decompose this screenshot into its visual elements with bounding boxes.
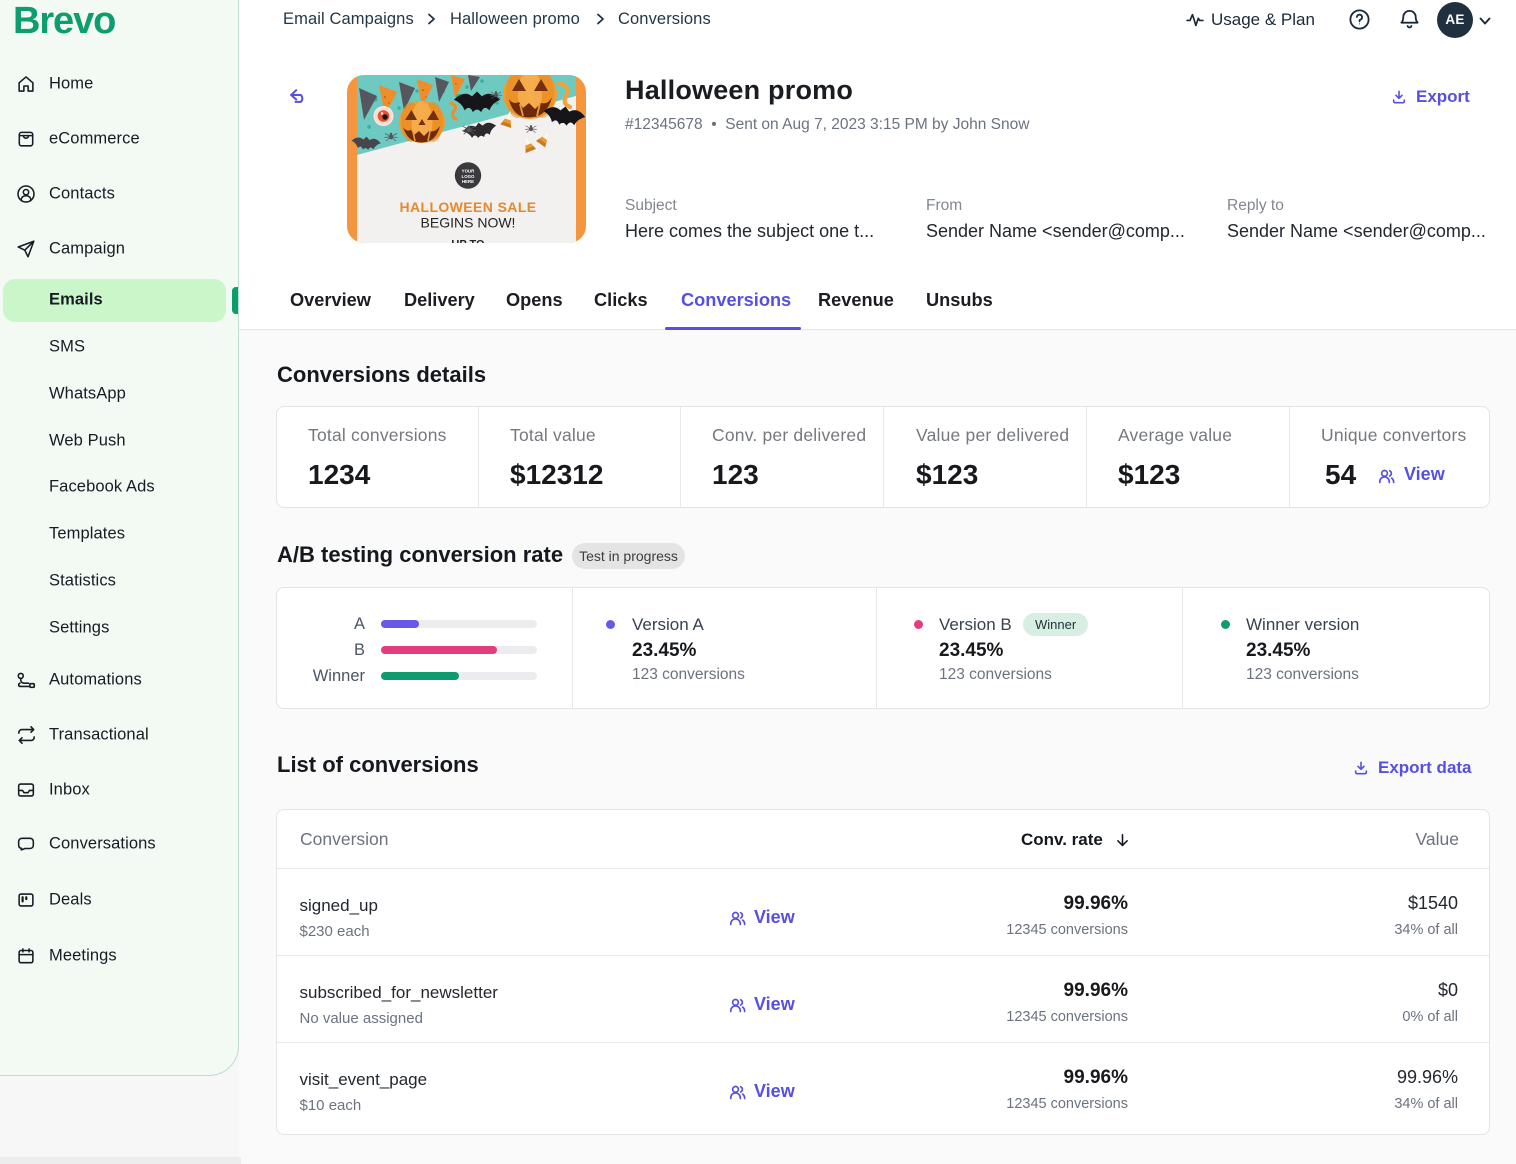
svg-text:YOUR: YOUR <box>462 169 476 174</box>
svg-text:HERE: HERE <box>462 179 474 184</box>
svg-text:HALLOWEEN SALE: HALLOWEEN SALE <box>399 199 536 215</box>
svg-text:BEGINS NOW!: BEGINS NOW! <box>421 215 516 231</box>
svg-text:Brevo: Brevo <box>14 0 115 42</box>
svg-text:LOGO: LOGO <box>462 174 476 179</box>
svg-text:UP TO: UP TO <box>451 239 485 244</box>
